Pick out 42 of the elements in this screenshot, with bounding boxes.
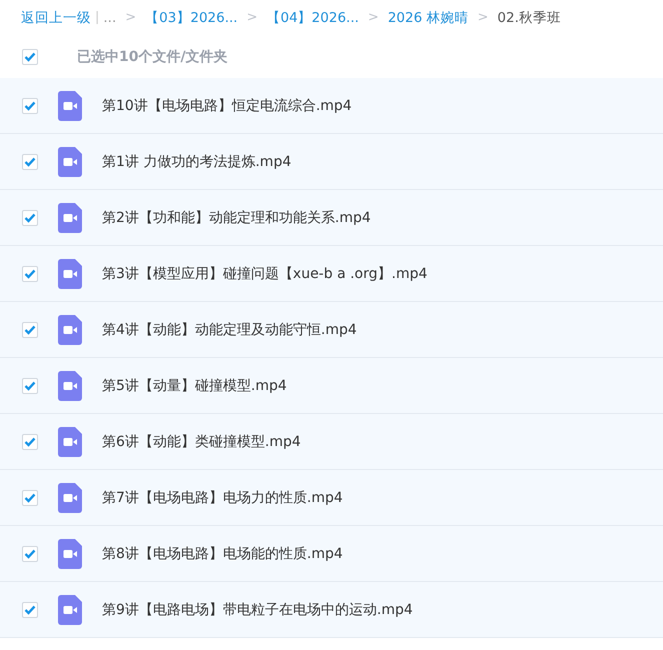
file-name[interactable]: 第9讲【电路电场】带电粒子在电场中的运动.mp4 [102,600,413,618]
video-file-icon [58,202,82,232]
video-file-icon [58,482,82,512]
file-name[interactable]: 第6讲【动能】类碰撞模型.mp4 [102,432,301,450]
video-file-icon [58,538,82,568]
breadcrumb-link[interactable]: 2026 林婉晴 [388,8,468,26]
breadcrumb-link[interactable]: 【03】2026... [145,8,238,26]
checkbox[interactable] [22,322,38,338]
file-name[interactable]: 第8讲【电场电路】电场能的性质.mp4 [102,544,343,562]
checkbox[interactable] [22,154,38,170]
video-file-icon [58,258,82,288]
folder-title: 02.秋季班 [497,8,561,26]
breadcrumb-link[interactable]: 【04】2026... [266,8,359,26]
file-name[interactable]: 第3讲【模型应用】碰撞问题【xue-b a .org】.mp4 [102,264,428,282]
checkbox[interactable] [22,490,38,506]
file-name[interactable]: 第1讲 力做功的考法提炼.mp4 [102,152,292,170]
video-file-icon [58,594,82,624]
divider-text: | [95,10,100,25]
checkbox[interactable] [22,546,38,562]
checkbox[interactable] [22,602,38,618]
checkbox[interactable] [22,378,38,394]
checkbox[interactable] [22,48,38,64]
selection-count: 已选中10个文件/文件夹 [77,48,228,66]
checkbox[interactable] [22,98,38,114]
file-name[interactable]: 第2讲【功和能】动能定理和功能关系.mp4 [102,208,371,226]
checkbox[interactable] [22,434,38,450]
checkbox[interactable] [22,210,38,226]
file-name[interactable]: 第7讲【电场电路】电场力的性质.mp4 [102,488,343,506]
back-link[interactable]: 返回上一级 [21,8,91,26]
video-file-icon [58,426,82,456]
checkbox[interactable] [22,266,38,282]
video-file-icon [58,370,82,400]
file-name[interactable]: 第5讲【动量】碰撞模型.mp4 [102,376,287,394]
file-name[interactable]: 第10讲【电场电路】恒定电流综合.mp4 [102,96,352,114]
video-file-icon [58,146,82,176]
separator-text: > [477,10,488,25]
separator-text: > [125,10,136,25]
separator-text: > [368,10,379,25]
file-name[interactable]: 第4讲【动能】动能定理及动能守恒.mp4 [102,320,357,338]
video-file-icon [58,314,82,344]
separator-text: > [246,10,258,25]
video-file-icon [58,90,82,120]
